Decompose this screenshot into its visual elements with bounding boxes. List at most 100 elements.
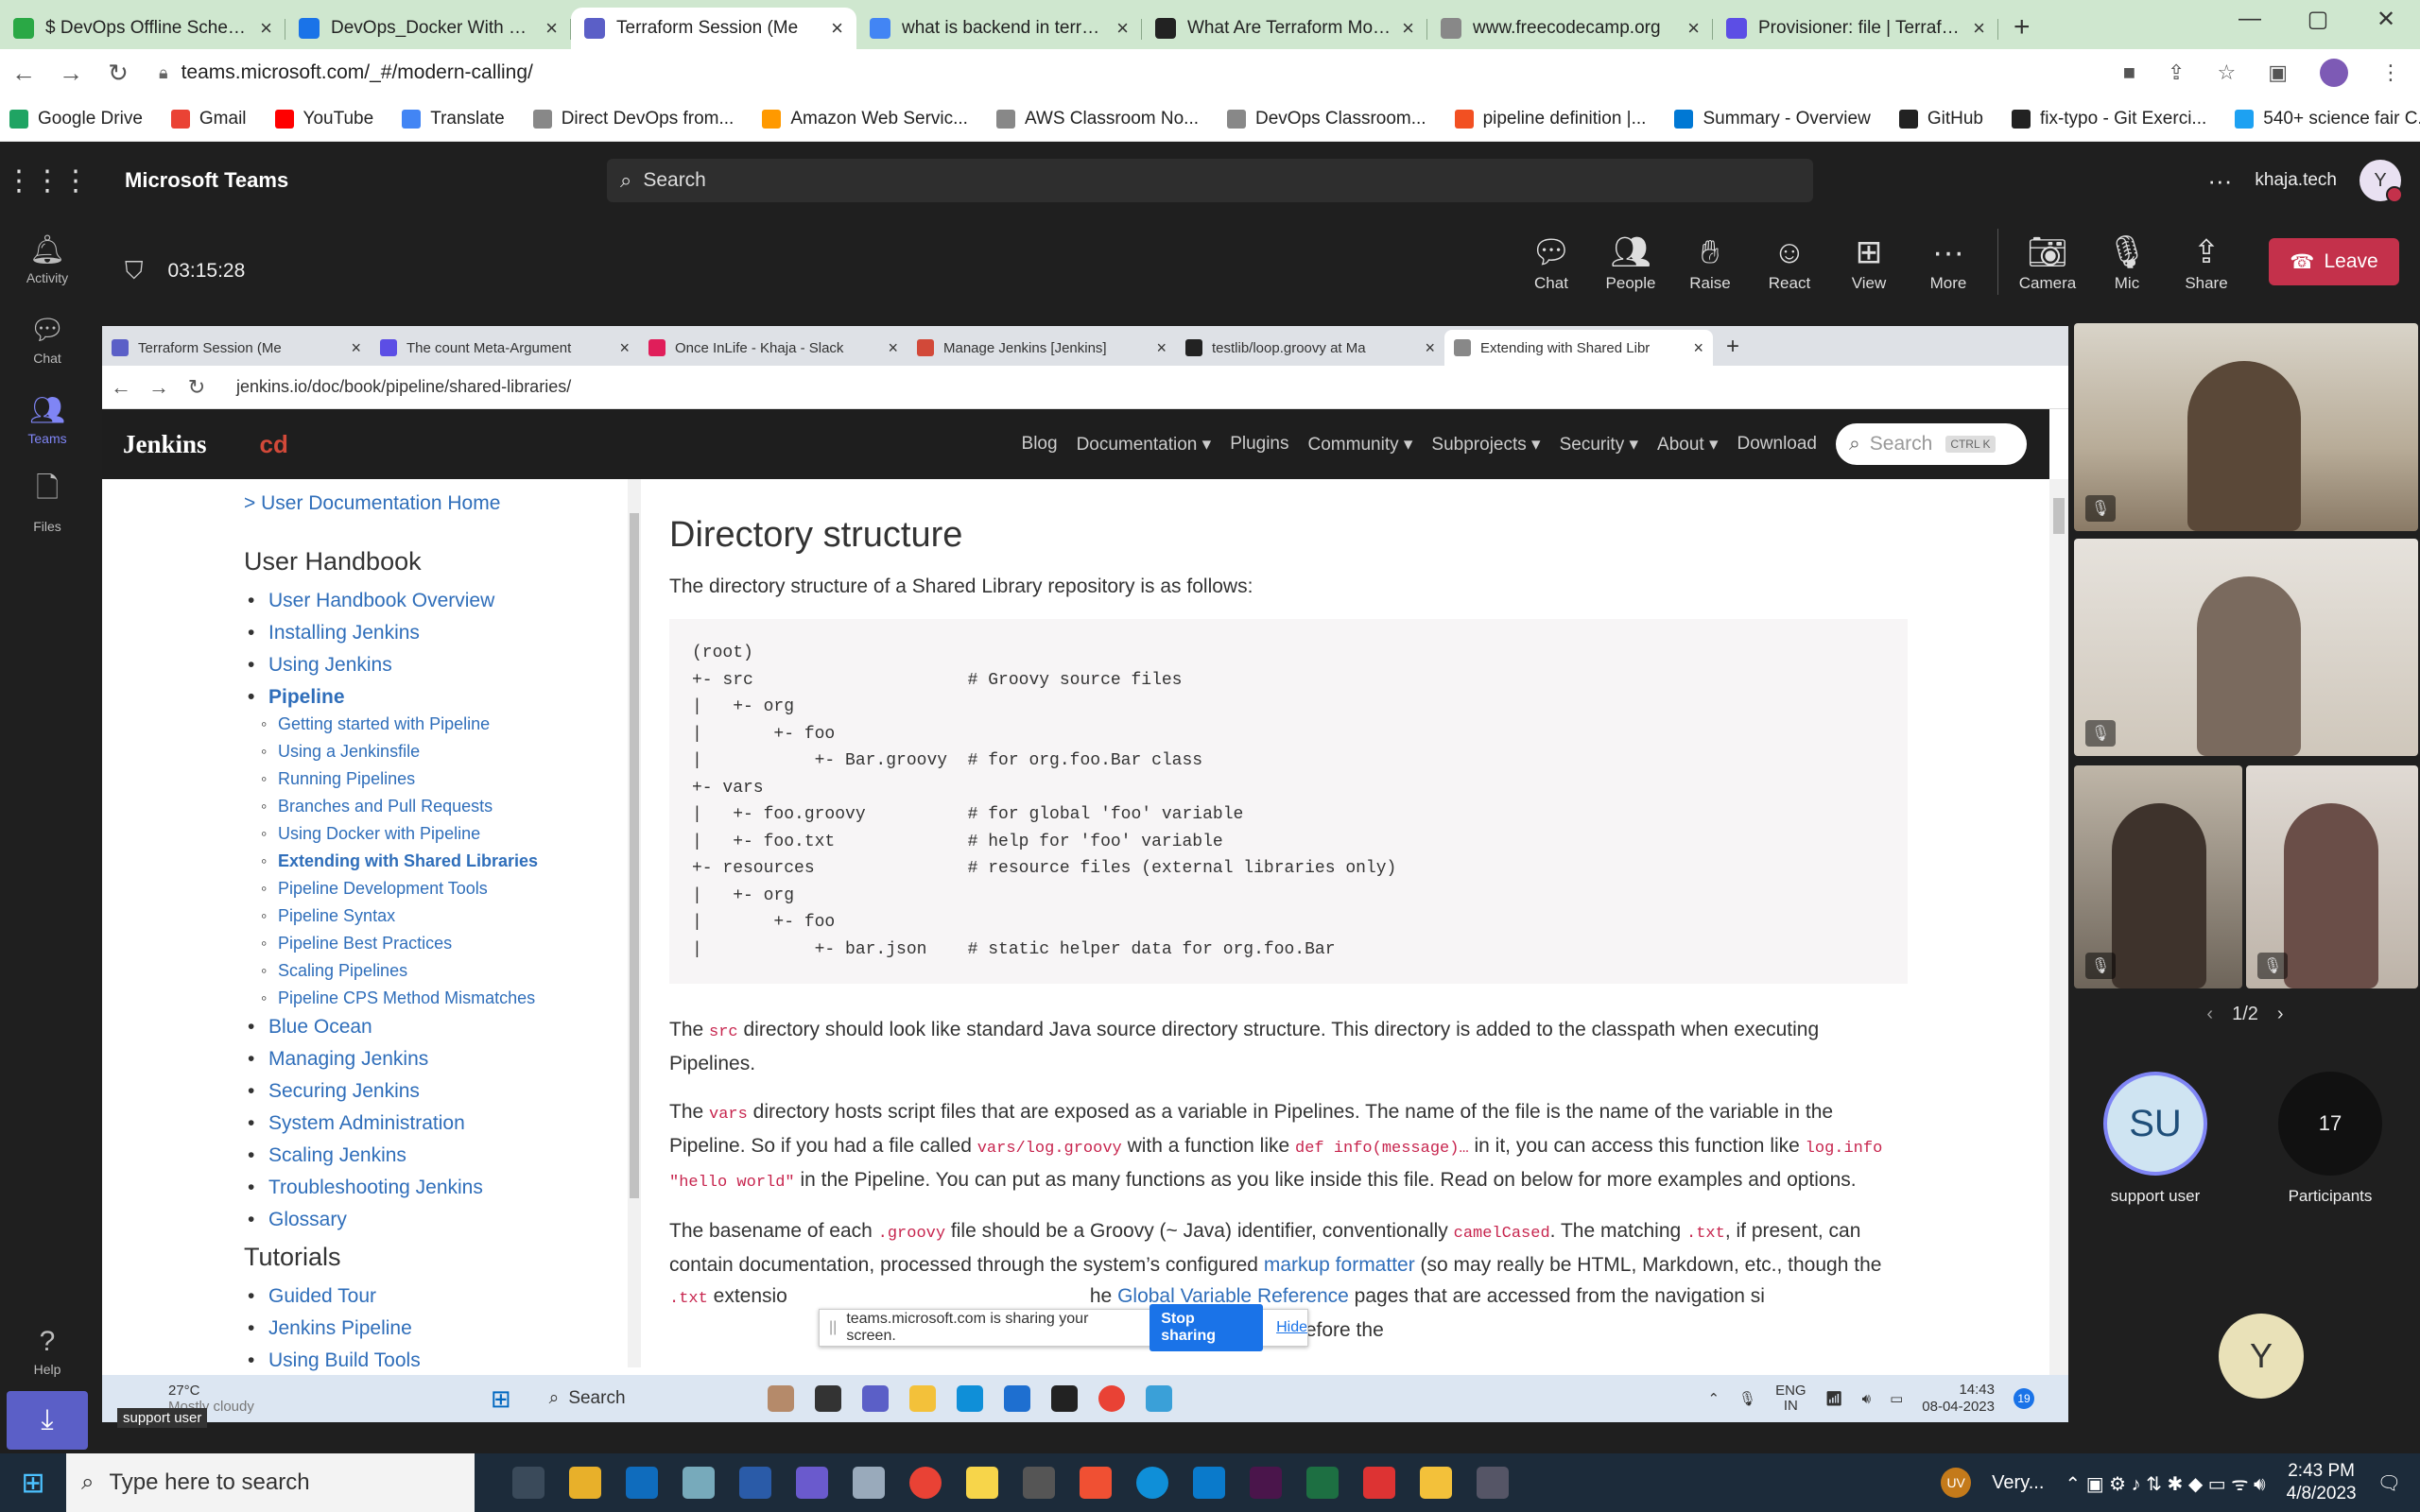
user-avatar[interactable]: Y — [2360, 160, 2403, 203]
video-tile-2[interactable]: 🎙︎ — [2074, 539, 2418, 756]
battery-icon[interactable]: ▭ — [1890, 1390, 1903, 1407]
bookmark-item[interactable]: fix-typo - Git Exerci... — [2011, 109, 2206, 129]
browser-tab[interactable]: What Are Terraform Modules × — [1142, 8, 1427, 49]
settings-icon[interactable] — [1477, 1467, 1509, 1499]
slack-icon[interactable] — [1250, 1467, 1282, 1499]
view-button[interactable]: ⊞ View — [1829, 231, 1909, 293]
app-icon[interactable] — [853, 1467, 885, 1499]
sidebar-link[interactable]: Troubleshooting Jenkins — [244, 1177, 633, 1199]
cd-logo[interactable]: cd — [260, 430, 288, 459]
react-button[interactable]: ☺ React — [1750, 231, 1829, 293]
bookmark-item[interactable]: DevOps Classroom... — [1227, 109, 1426, 129]
rail-activity[interactable]: 🔔︎ Activity — [0, 219, 95, 300]
shared-url[interactable]: jenkins.io/doc/book/pipeline/shared-libr… — [236, 377, 571, 397]
video-tile-4[interactable]: 🎙︎ — [2246, 765, 2418, 988]
self-avatar[interactable]: Y — [2219, 1314, 2304, 1399]
share-button[interactable]: ⇪ Share — [2167, 231, 2246, 293]
sidebar-sublink[interactable]: Pipeline CPS Method Mismatches — [257, 988, 633, 1008]
close-tab-icon[interactable]: × — [1116, 16, 1129, 41]
close-tab-icon[interactable]: × — [1693, 338, 1703, 358]
chevron-up-icon[interactable]: ⌃ — [1707, 1390, 1720, 1407]
sidebar-scrollbar[interactable] — [628, 479, 641, 1367]
excel-icon[interactable] — [1306, 1467, 1339, 1499]
app-launcher-icon[interactable]: ⋮⋮⋮ — [0, 164, 95, 198]
sidebar-sublink[interactable]: Getting started with Pipeline — [257, 714, 633, 734]
sidebar-sublink[interactable]: Running Pipelines — [257, 769, 633, 789]
new-tab-icon[interactable]: + — [2014, 11, 2031, 43]
content-scrollbar[interactable] — [2049, 479, 2068, 1375]
close-tab-icon[interactable]: × — [1973, 16, 1985, 41]
sidebar-link[interactable]: Guided Tour — [244, 1285, 633, 1308]
sidebar-sublink[interactable]: Pipeline Development Tools — [257, 879, 633, 899]
bookmark-item[interactable]: Amazon Web Servic... — [762, 109, 968, 129]
minimize-icon[interactable]: — — [2216, 6, 2284, 33]
prev-page-icon[interactable]: ‹ — [2206, 1004, 2213, 1024]
bookmark-item[interactable]: 540+ science fair C... — [2235, 109, 2420, 129]
sidebar-link[interactable]: Using Jenkins — [244, 654, 633, 677]
people-button[interactable]: 👥︎ People — [1591, 231, 1670, 293]
shared-browser-tab[interactable]: Once InLife - Khaja - Slack × — [639, 330, 908, 366]
jenkins-logo[interactable]: Jenkins — [123, 430, 207, 459]
bookmark-item[interactable]: Summary - Overview — [1674, 109, 1871, 129]
sidebar-sublink[interactable]: Using Docker with Pipeline — [257, 824, 633, 844]
sidebar-link[interactable]: Pipeline — [244, 686, 633, 709]
close-tab-icon[interactable]: × — [831, 16, 843, 41]
jenkins-nav-item[interactable]: Plugins — [1230, 434, 1288, 455]
sidepanel-icon[interactable]: ▣ — [2268, 60, 2288, 85]
jenkins-nav-item[interactable]: Subprojects ▾ — [1431, 434, 1540, 455]
app-icon[interactable] — [1363, 1467, 1395, 1499]
jenkins-nav-item[interactable]: Documentation ▾ — [1077, 434, 1212, 455]
rail-teams[interactable]: 👥︎ Teams — [0, 380, 95, 460]
browser-tab[interactable]: $ DevOps Offline Schedule × — [0, 8, 285, 49]
app-icon[interactable] — [796, 1467, 828, 1499]
mic-button[interactable]: 🎙︎ Mic — [2087, 231, 2167, 293]
taskbar-search[interactable]: ⌕ Type here to search — [66, 1453, 475, 1512]
clock[interactable]: 14:43 08-04-2023 — [1922, 1382, 1995, 1416]
task-view-icon[interactable] — [814, 1385, 841, 1412]
sidebar-link[interactable]: Using Build Tools — [244, 1349, 633, 1372]
bookmark-item[interactable]: pipeline definition |... — [1454, 109, 1646, 129]
shared-browser-tab[interactable]: testlib/loop.groovy at Ma × — [1176, 330, 1444, 366]
chrome-icon[interactable] — [909, 1467, 942, 1499]
browser-tab[interactable]: Terraform Session (Me × — [571, 8, 856, 49]
leave-button[interactable]: ☎ Leave — [2269, 238, 2399, 285]
shared-browser-tab[interactable]: Manage Jenkins [Jenkins] × — [908, 330, 1176, 366]
jenkins-nav-item[interactable]: About ▾ — [1657, 434, 1718, 455]
browser-tab[interactable]: DevOps_Docker With K8s × — [285, 8, 571, 49]
clock[interactable]: 2:43 PM 4/8/2023 — [2287, 1460, 2357, 1505]
browser-tab[interactable]: www.freecodecamp.org × — [1427, 8, 1713, 49]
store-icon[interactable] — [1003, 1385, 1030, 1412]
volume-icon[interactable]: 🔊︎ — [1862, 1391, 1871, 1407]
close-tab-icon[interactable]: × — [1687, 16, 1700, 41]
drag-handle-icon[interactable]: || — [829, 1319, 837, 1336]
edge-icon[interactable] — [1136, 1467, 1168, 1499]
new-tab-icon[interactable]: + — [1726, 334, 1739, 360]
bookmark-item[interactable]: Translate — [402, 109, 505, 129]
markup-formatter-link[interactable]: markup formatter — [1264, 1254, 1415, 1276]
terminal-icon[interactable] — [1050, 1385, 1078, 1412]
shared-browser-tab[interactable]: Extending with Shared Libr × — [1444, 330, 1713, 366]
doc-home-link[interactable]: > User Documentation Home — [244, 492, 633, 515]
folder-icon[interactable] — [908, 1385, 936, 1412]
bookmark-item[interactable]: AWS Classroom No... — [995, 109, 1199, 129]
share-icon[interactable]: ⇪ — [2168, 60, 2185, 85]
shared-reload-icon[interactable]: ↻ — [178, 375, 216, 400]
reload-icon[interactable]: ↻ — [95, 59, 142, 88]
close-tab-icon[interactable]: × — [1156, 338, 1167, 358]
video-tile-3[interactable]: 🎙︎ — [2074, 765, 2242, 988]
stop-sharing-button[interactable]: Stop sharing — [1150, 1304, 1264, 1351]
menu-dots-icon[interactable]: ⋮ — [2380, 60, 2401, 85]
chat-button[interactable]: 💬︎ Chat — [1512, 231, 1591, 293]
download-button[interactable]: ⤓ — [7, 1391, 88, 1450]
folder-icon[interactable] — [1420, 1467, 1452, 1499]
raise-hand-button[interactable]: ✋︎ Raise — [1670, 231, 1750, 293]
bookmark-item[interactable]: YouTube — [274, 109, 373, 129]
sidebar-link[interactable]: System Administration — [244, 1112, 633, 1135]
sticky-notes-icon[interactable] — [966, 1467, 998, 1499]
start-icon[interactable]: ⊞ — [0, 1467, 66, 1500]
sidebar-link[interactable]: Scaling Jenkins — [244, 1144, 633, 1167]
close-tab-icon[interactable]: × — [260, 16, 272, 41]
bookmark-star-icon[interactable]: ☆ — [2217, 60, 2236, 85]
back-icon[interactable]: ← — [0, 59, 47, 88]
git-icon[interactable] — [1080, 1467, 1112, 1499]
